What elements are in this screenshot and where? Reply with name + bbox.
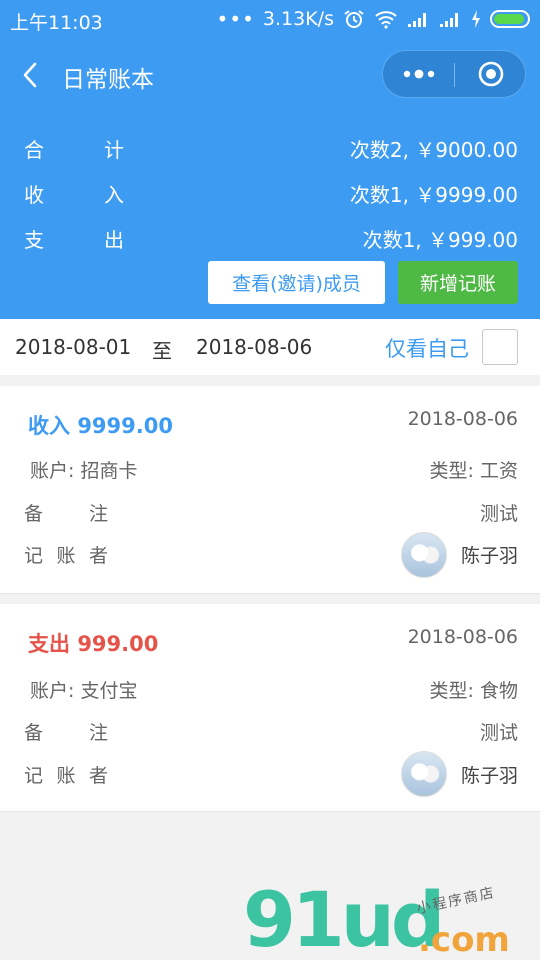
more-button[interactable] [383,51,455,97]
record-date: 2018-08-06 [407,408,518,430]
target-close-icon [478,61,504,87]
recorder-name: 陈子羽 [460,765,518,787]
battery-icon [490,10,530,28]
summary-income-label: 收入 [24,183,124,207]
header-panel: 上午11:03 ••• 3.13K/s 日常账本 合计 次数2, ￥9000.0… [0,0,540,319]
date-filter-bar: 2018-08-01 至 2018-08-06 仅看自己 [0,319,540,375]
summary-expense-value: 次数1, ￥999.00 [362,228,518,252]
avatar [401,532,447,578]
end-date-picker[interactable]: 2018-08-06 [196,335,312,359]
summary-total-label: 合计 [24,138,124,162]
remark-label: 备注 [24,503,108,525]
record-date: 2018-08-06 [407,626,518,648]
record-account: 账户: 招商卡 [30,460,138,482]
watermark-logo: 91ud [243,875,445,960]
summary-expense-label: 支出 [24,228,124,252]
status-bar: 上午11:03 ••• 3.13K/s [0,0,540,38]
summary-income-row: 收入 次数1, ￥9999.00 [24,175,518,211]
notification-dots: ••• [216,7,255,31]
summary-income-value: 次数1, ￥9999.00 [349,183,518,207]
miniprogram-capsule [382,50,526,98]
recorder-label: 记账者 [24,765,108,787]
add-record-button[interactable]: 新增记账 [398,261,518,304]
back-arrow-icon[interactable] [16,58,44,92]
only-self-label[interactable]: 仅看自己 [385,333,469,363]
date-range-separator: 至 [152,339,172,363]
start-date-picker[interactable]: 2018-08-01 [15,335,131,359]
summary-expense-row: 支出 次数1, ￥999.00 [24,220,518,256]
recorder-label: 记账者 [24,545,108,567]
recorder-name: 陈子羽 [460,545,518,567]
view-members-button[interactable]: 查看(邀请)成员 [208,261,385,304]
signal-icon [408,13,426,27]
page-title: 日常账本 [62,67,154,93]
record-amount: 收入 9999.00 [28,414,173,438]
record-category: 类型: 工资 [429,460,518,482]
close-miniprogram-button[interactable] [455,51,527,97]
alarm-icon [344,10,364,28]
network-speed: 3.13K/s [262,8,334,30]
signal-icon-2 [440,13,458,27]
wifi-icon [375,11,397,29]
record-amount: 支出 999.00 [28,632,159,656]
remark-label: 备注 [24,722,108,744]
charging-icon [472,10,480,28]
only-self-checkbox[interactable] [482,329,518,365]
record-remark: 测试 [479,503,518,525]
record-card[interactable]: 收入 9999.00 2018-08-06 账户: 招商卡 类型: 工资 备注 … [0,386,540,594]
status-icons: ••• 3.13K/s [217,7,530,31]
status-time: 上午11:03 [10,12,103,34]
more-dots-icon [403,69,435,79]
record-category: 类型: 食物 [429,680,518,702]
record-remark: 测试 [479,722,518,744]
record-card[interactable]: 支出 999.00 2018-08-06 账户: 支付宝 类型: 食物 备注 测… [0,604,540,812]
summary-total-value: 次数2, ￥9000.00 [349,138,518,162]
record-account: 账户: 支付宝 [30,680,138,702]
summary-total-row: 合计 次数2, ￥9000.00 [24,130,518,166]
nav-bar: 日常账本 [0,50,540,100]
avatar [401,751,447,797]
watermark-domain: .com [418,920,510,960]
